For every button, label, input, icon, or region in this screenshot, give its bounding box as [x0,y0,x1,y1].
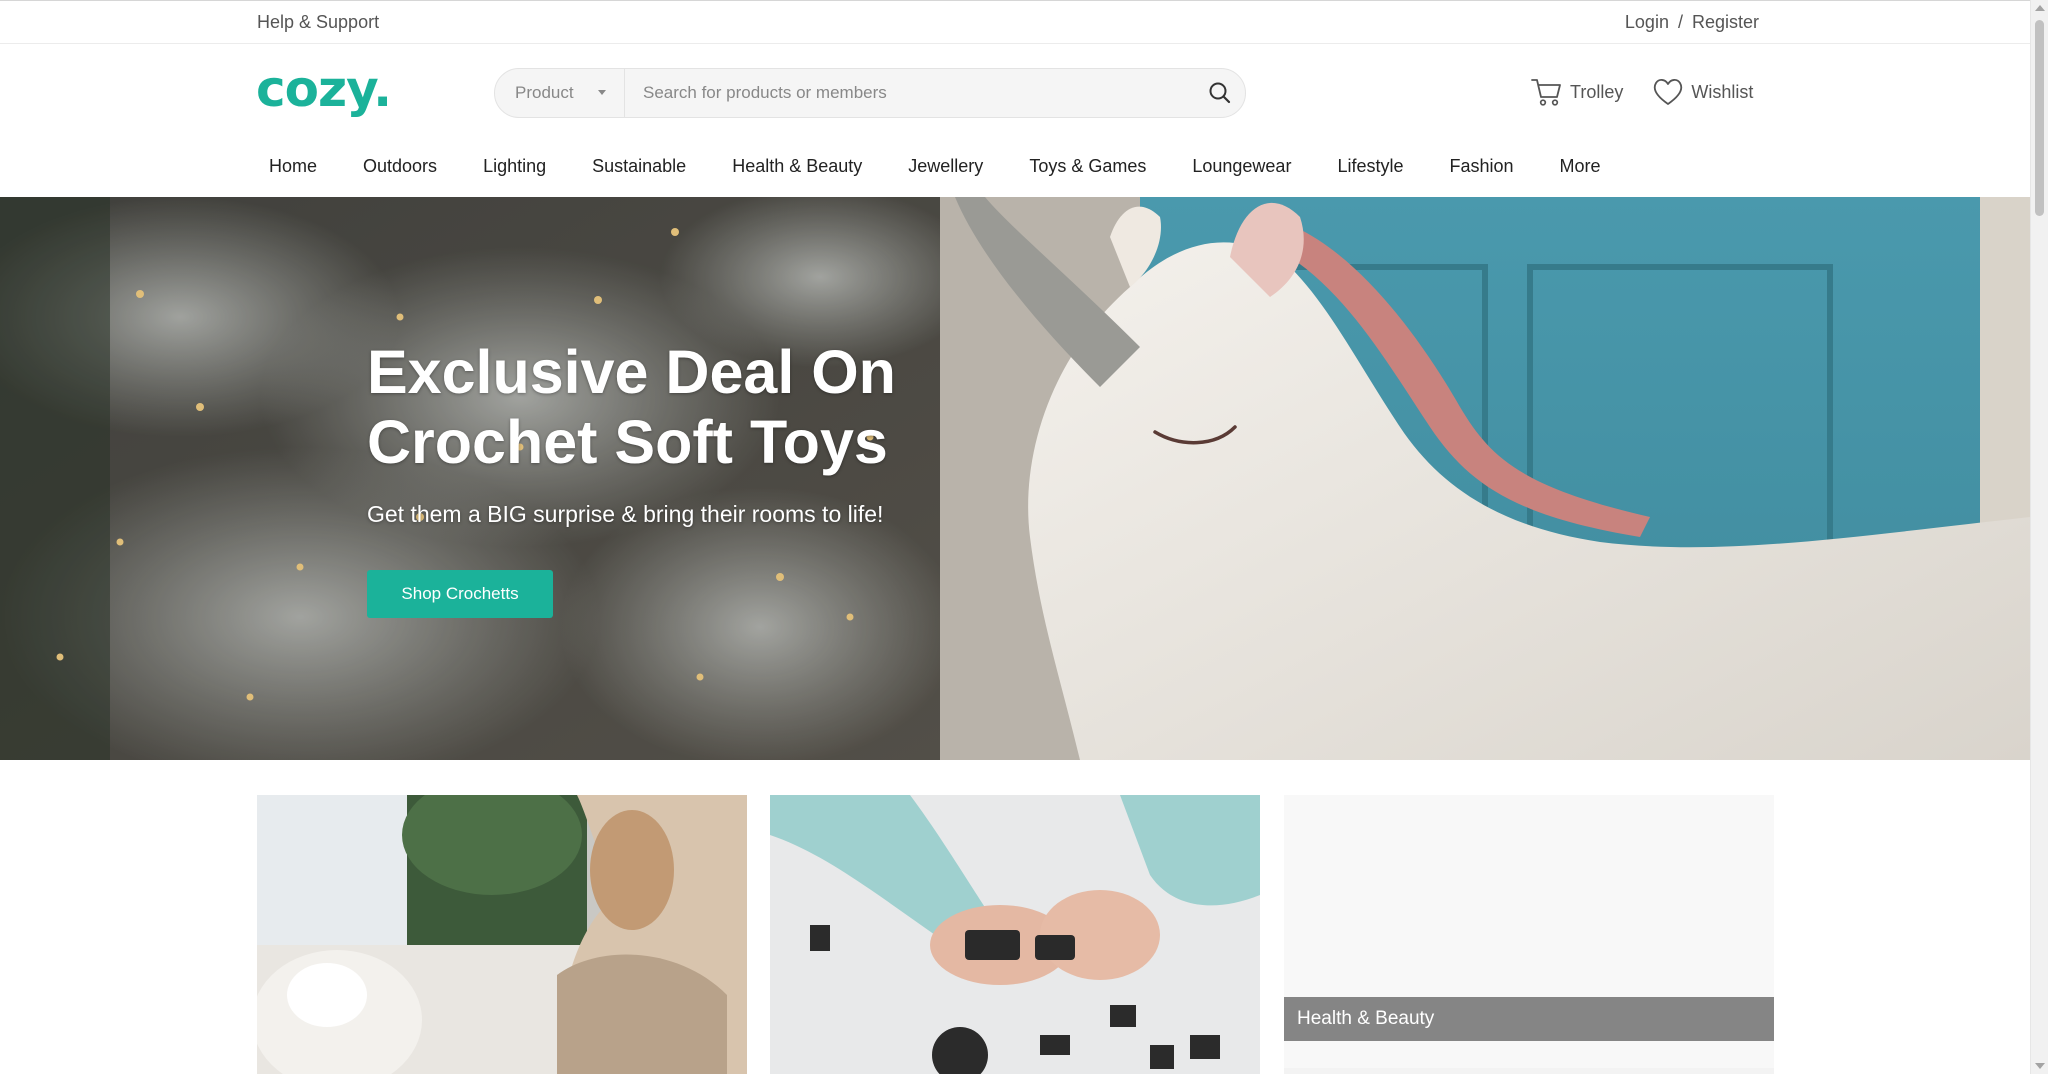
tile-2-image [770,795,1260,1074]
scroll-down-arrow-icon[interactable] [2035,1063,2045,1069]
register-link[interactable]: Register [1692,12,1759,32]
auth-links: Login / Register [1625,12,1759,33]
nav-item-health-beauty[interactable]: Health & Beauty [720,156,862,177]
tile-divider [1284,1068,1774,1074]
search-input[interactable] [643,79,1163,107]
nav-item-toys-games[interactable]: Toys & Games [1017,156,1146,177]
login-link[interactable]: Login [1625,12,1669,32]
page: Help & Support Login / Register cozy. Prod… [0,0,2030,1074]
hero-image [0,197,2030,760]
nav-item-outdoors[interactable]: Outdoors [351,156,437,177]
category-tile-1[interactable] [257,795,747,1074]
hero-title-line-2: Crochet Soft Toys [367,408,888,476]
scrollbar[interactable] [2030,0,2048,1074]
hero-title-line-1: Exclusive Deal On [367,338,896,406]
nav-item-more[interactable]: More [1548,156,1601,177]
search-category-select[interactable]: Product [495,69,625,117]
scroll-up-arrow-icon[interactable] [2035,5,2045,11]
trolley-label: Trolley [1570,81,1624,102]
search-icon[interactable] [1207,80,1233,106]
utility-bar: Help & Support Login / Register [0,0,2030,44]
heart-icon [1654,79,1683,105]
shop-crochetts-button[interactable]: Shop Crochetts [367,570,553,618]
caret-down-icon [598,90,606,95]
hero-subtitle: Get them a BIG surprise & bring their ro… [367,501,884,527]
tile-1-image [257,795,747,1074]
wishlist-label: Wishlist [1691,81,1754,102]
wishlist-button[interactable]: Wishlist [1651,76,1753,108]
nav-item-home[interactable]: Home [257,156,317,177]
search-category-label: Product [515,83,574,102]
trolley-icon [1531,79,1561,106]
search-bar: Product [494,68,1246,118]
nav-item-sustainable[interactable]: Sustainable [580,156,686,177]
nav-item-jewellery[interactable]: Jewellery [896,156,983,177]
nav-item-lifestyle[interactable]: Lifestyle [1325,156,1403,177]
scroll-thumb[interactable] [2035,20,2044,216]
help-support-link[interactable]: Help & Support [257,12,379,33]
header-actions: Trolley Wishlist [1530,76,1753,108]
nav-item-fashion[interactable]: Fashion [1438,156,1514,177]
logo[interactable]: cozy. [256,60,392,118]
hero-title: Exclusive Deal On Crochet Soft Toys [367,337,987,477]
trolley-button[interactable]: Trolley [1530,76,1623,108]
main-nav: Home Outdoors Lighting Sustainable Healt… [257,156,1635,177]
category-tile-2[interactable] [770,795,1260,1074]
nav-item-loungewear[interactable]: Loungewear [1180,156,1291,177]
auth-separator: / [1677,12,1683,32]
category-tile-health-beauty[interactable]: Health & Beauty [1284,795,1774,1074]
nav-item-lighting[interactable]: Lighting [471,156,546,177]
hero-banner: Exclusive Deal On Crochet Soft Toys Get … [0,197,2030,760]
category-tile-label: Health & Beauty [1284,997,1774,1041]
